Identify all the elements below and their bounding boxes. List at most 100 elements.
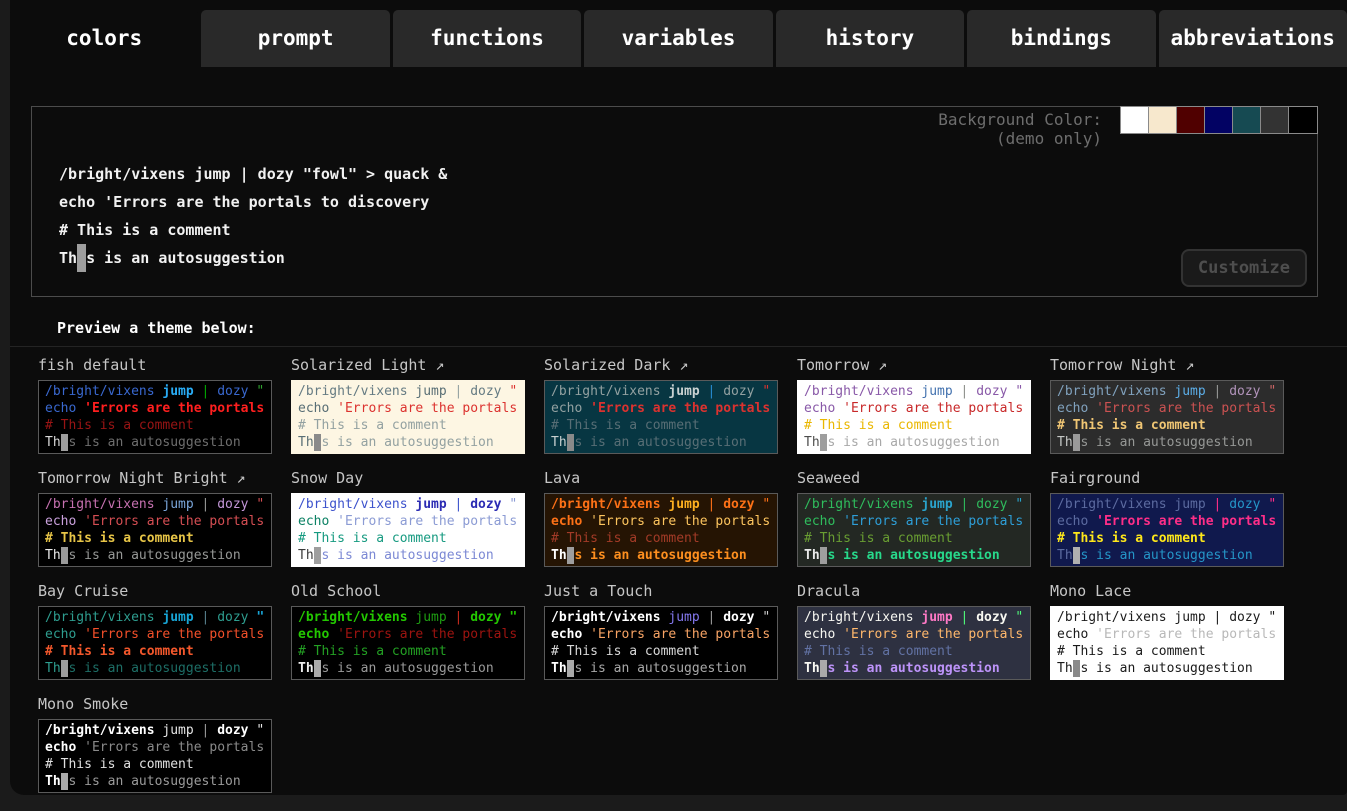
tab-abbreviations[interactable]: abbreviations <box>1159 10 1347 67</box>
code-segment-comment: # This is a comment <box>804 644 953 659</box>
tab-bindings[interactable]: bindings <box>967 10 1155 67</box>
theme-card[interactable]: /bright/vixens jump | dozy "echo 'Errors… <box>544 493 778 567</box>
code-segment-path: /bright/vixens <box>551 610 668 625</box>
code-segment-cmd: dozy <box>723 384 762 399</box>
code-segment-echo: echo <box>551 514 590 529</box>
code-segment-cmd: dozy <box>217 723 256 738</box>
code-segment-autosuggestion: s is an autosuggestion <box>574 661 746 676</box>
background-swatch-6[interactable] <box>1289 107 1317 133</box>
code-segment-quote: " <box>762 497 770 512</box>
preview-line: echo 'Errors are the portals to discover… <box>59 188 447 216</box>
theme-card-line: echo 'Errors are the portals <box>45 626 271 643</box>
theme-card[interactable]: /bright/vixens jump | dozy "echo 'Errors… <box>291 380 525 454</box>
code-segment-comment: # This is a comment <box>45 757 194 772</box>
theme-card-line: # This is a comment <box>551 417 777 434</box>
code-segment-cmd: dozy <box>976 497 1015 512</box>
code-segment-error: 'Errors are the portals <box>84 740 264 755</box>
code-segment-sep: | <box>1214 497 1230 512</box>
theme-title: Just a Touch <box>544 582 778 600</box>
theme-block: Dracula/bright/vixens jump | dozy "echo … <box>797 582 1031 680</box>
theme-card-line: echo 'Errors are the portals <box>804 400 1030 417</box>
theme-card[interactable]: /bright/vixens jump | dozy "echo 'Errors… <box>38 606 272 680</box>
background-swatch-5[interactable] <box>1261 107 1289 133</box>
theme-card[interactable]: /bright/vixens jump | dozy "echo 'Errors… <box>291 606 525 680</box>
theme-title: Mono Lace <box>1050 582 1284 600</box>
code-segment-path: /bright/vixens <box>45 497 162 512</box>
code-segment-jump: jump <box>415 384 454 399</box>
theme-card[interactable]: /bright/vixens jump | dozy "echo 'Errors… <box>544 380 778 454</box>
theme-card[interactable]: /bright/vixens jump | dozy "echo 'Errors… <box>1050 606 1284 680</box>
theme-card[interactable]: /bright/vixens jump | dozy "echo 'Errors… <box>1050 380 1284 454</box>
theme-card[interactable]: /bright/vixens jump | dozy "echo 'Errors… <box>797 380 1031 454</box>
theme-title[interactable]: Tomorrow Night Bright ↗ <box>38 469 272 487</box>
background-swatch-2[interactable] <box>1177 107 1205 133</box>
preview-line: /bright/vixens jump | dozy "fowl" > quac… <box>59 160 447 188</box>
code-segment-comment: # This is a comment <box>1057 418 1206 433</box>
code-segment-error: 'Errors are the portals <box>1096 401 1276 416</box>
background-swatch-3[interactable] <box>1205 107 1233 133</box>
code-segment-autosuggestion: s is an autosuggestion <box>68 435 240 450</box>
theme-card-line: /bright/vixens jump | dozy " <box>804 496 1030 513</box>
code-segment-autosuggestion: s is an autosuggestion <box>321 435 493 450</box>
theme-card-line: /bright/vixens jump | dozy " <box>551 383 777 400</box>
code-segment-sep: | <box>202 497 218 512</box>
background-swatch-4[interactable] <box>1233 107 1261 133</box>
code-segment-normal: Th <box>1057 548 1073 563</box>
theme-card-line: # This is a comment <box>45 756 271 773</box>
theme-card-line: # This is a comment <box>804 530 1030 547</box>
code-segment-jump: jump <box>1174 384 1213 399</box>
theme-title[interactable]: Tomorrow Night ↗ <box>1050 356 1284 374</box>
theme-card-line: This is an autosuggestion <box>298 434 524 451</box>
theme-card[interactable]: /bright/vixens jump | dozy "echo 'Errors… <box>797 493 1031 567</box>
theme-card[interactable]: /bright/vixens jump | dozy "echo 'Errors… <box>38 719 272 793</box>
theme-card[interactable]: /bright/vixens jump | dozy "echo 'Errors… <box>797 606 1031 680</box>
code-segment-normal: Th <box>298 548 314 563</box>
code-segment-comment: # This is a comment <box>298 531 447 546</box>
preview-line: # This is a comment <box>59 216 447 244</box>
code-segment-error: 'Errors are the portals <box>843 514 1023 529</box>
theme-card-line: echo 'Errors are the portals <box>298 400 524 417</box>
theme-card[interactable]: /bright/vixens jump | dozy "echo 'Errors… <box>38 380 272 454</box>
theme-card-line: # This is a comment <box>1057 643 1283 660</box>
code-segment-sep: | <box>202 384 218 399</box>
theme-card[interactable]: /bright/vixens jump | dozy "echo 'Errors… <box>544 606 778 680</box>
theme-block: Mono Smoke/bright/vixens jump | dozy "ec… <box>38 695 272 793</box>
code-segment-error: 'Errors are the portals <box>337 514 517 529</box>
tab-colors[interactable]: colors <box>10 10 198 67</box>
theme-grid: fish default/bright/vixens jump | dozy "… <box>10 346 1347 811</box>
code-segment-cmd: dozy <box>217 497 256 512</box>
theme-card[interactable]: /bright/vixens jump | dozy "echo 'Errors… <box>1050 493 1284 567</box>
tab-prompt[interactable]: prompt <box>201 10 389 67</box>
theme-card-line: # This is a comment <box>45 530 271 547</box>
tab-variables[interactable]: variables <box>584 10 772 67</box>
theme-card-line: This is an autosuggestion <box>1057 660 1283 677</box>
theme-block: Bay Cruise/bright/vixens jump | dozy "ec… <box>38 582 272 680</box>
code-segment-sep: | <box>455 497 471 512</box>
theme-title[interactable]: Solarized Light ↗ <box>291 356 525 374</box>
theme-block: Just a Touch/bright/vixens jump | dozy "… <box>544 582 778 680</box>
code-segment-normal: Th <box>45 435 61 450</box>
theme-card-line: This is an autosuggestion <box>298 660 524 677</box>
code-segment-jump: jump <box>162 497 201 512</box>
theme-card-line: /bright/vixens jump | dozy " <box>551 609 777 626</box>
theme-title[interactable]: Tomorrow ↗ <box>797 356 1031 374</box>
background-swatch-0[interactable] <box>1121 107 1149 133</box>
background-swatch-1[interactable] <box>1149 107 1177 133</box>
theme-card[interactable]: /bright/vixens jump | dozy "echo 'Errors… <box>38 493 272 567</box>
theme-title[interactable]: Solarized Dark ↗ <box>544 356 778 374</box>
theme-card-line: This is an autosuggestion <box>1057 547 1283 564</box>
theme-card-line: # This is a comment <box>551 530 777 547</box>
code-segment-normal: Th <box>804 435 820 450</box>
code-segment-jump: jump <box>668 610 707 625</box>
code-segment-path: /bright/vixens <box>1057 497 1174 512</box>
code-segment-comment: # This is a comment <box>804 418 953 433</box>
theme-card-line: /bright/vixens jump | dozy " <box>804 609 1030 626</box>
code-segment-normal: Th <box>1057 661 1073 676</box>
tab-history[interactable]: history <box>776 10 964 67</box>
theme-block: Snow Day/bright/vixens jump | dozy "echo… <box>291 469 525 567</box>
customize-button[interactable]: Customize <box>1181 249 1307 287</box>
theme-card-line: This is an autosuggestion <box>45 547 271 564</box>
code-segment-normal: Th <box>45 661 61 676</box>
theme-card[interactable]: /bright/vixens jump | dozy "echo 'Errors… <box>291 493 525 567</box>
tab-functions[interactable]: functions <box>393 10 581 67</box>
